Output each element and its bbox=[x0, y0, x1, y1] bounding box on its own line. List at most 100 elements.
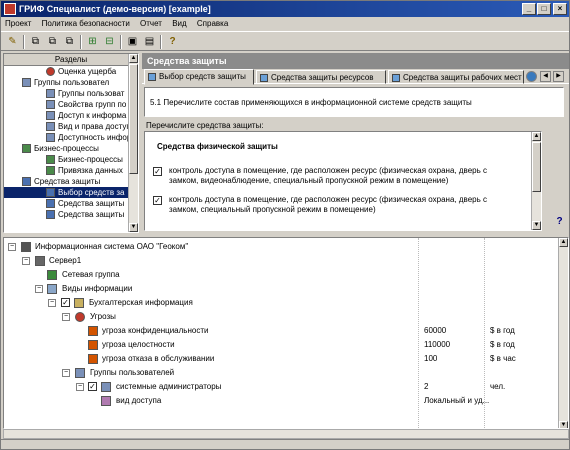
sidebar-item-resource-protection[interactable]: Средства защиты bbox=[4, 198, 138, 209]
sections-panel: Разделы Оценка ущерба Группы пользовател… bbox=[3, 53, 139, 233]
table-row[interactable]: угроза конфиденциальности 60000 $ в год bbox=[4, 324, 559, 338]
question-text: 5.1 Перечислите состав применяющихся в и… bbox=[150, 98, 472, 107]
table-row[interactable]: угроза отказа в обслуживании 100 $ в час bbox=[4, 352, 559, 366]
table-row[interactable]: Сетевая группа bbox=[4, 268, 559, 282]
table-row[interactable]: − Группы пользователей bbox=[4, 366, 559, 380]
scroll-up-icon[interactable]: ▲ bbox=[129, 54, 138, 63]
sidebar-item-user-groups-sub[interactable]: Группы пользоват bbox=[4, 88, 138, 99]
sidebar-item-data-binding[interactable]: Привязка данных bbox=[4, 165, 138, 176]
sidebar-item-access-rights[interactable]: Вид и права доступ bbox=[4, 121, 138, 132]
sidebar-item-group-properties[interactable]: Свойства групп по bbox=[4, 99, 138, 110]
table-row[interactable]: − ✓ Бухгалтерская информация bbox=[4, 296, 559, 310]
globe-icon[interactable] bbox=[526, 71, 537, 82]
shield-icon bbox=[22, 177, 31, 187]
checkbox-accounting[interactable]: ✓ bbox=[61, 298, 70, 307]
table-row[interactable]: − ✓ системные администраторы 2 чел. bbox=[4, 380, 559, 394]
scroll-thumb[interactable] bbox=[129, 64, 138, 174]
table-row[interactable]: − Информационная система ОАО "Геоком" bbox=[4, 240, 559, 254]
tab-scroll-left-icon[interactable]: ◀ bbox=[540, 71, 551, 82]
scroll-down-icon[interactable]: ▼ bbox=[129, 223, 138, 232]
toolbar-separator bbox=[80, 35, 82, 49]
table-row[interactable]: − Сервер1 bbox=[4, 254, 559, 268]
wizard-icon[interactable]: ✎ bbox=[5, 35, 20, 49]
sections-scrollbar[interactable]: ▲ ▼ bbox=[128, 54, 138, 232]
users-icon bbox=[46, 100, 55, 110]
tab-icon bbox=[148, 73, 156, 81]
collapse-icon[interactable]: − bbox=[8, 243, 16, 251]
users-icon bbox=[75, 368, 85, 378]
sidebar-item-damage-assessment[interactable]: Оценка ущерба bbox=[4, 66, 138, 77]
tab-bar: Выбор средств защиты Средства защиты рес… bbox=[142, 69, 569, 85]
duplicate-icon[interactable]: ⧉ bbox=[62, 35, 77, 49]
maximize-button[interactable]: □ bbox=[537, 3, 551, 15]
sidebar-item-info-access[interactable]: Доступ к информа bbox=[4, 110, 138, 121]
menu-view[interactable]: Вид bbox=[168, 19, 190, 28]
sidebar-item-business-processes-sub[interactable]: Бизнес-процессы bbox=[4, 154, 138, 165]
menu-project[interactable]: Проект bbox=[1, 19, 35, 28]
checkbox-physical-2[interactable]: ✓ bbox=[153, 196, 162, 205]
help-button[interactable]: ? bbox=[554, 216, 565, 227]
toolbar-separator bbox=[160, 35, 162, 49]
tab-workstation-protection[interactable]: Средства защиты рабочих мест bbox=[388, 70, 524, 84]
collapse-icon[interactable]: − bbox=[62, 313, 70, 321]
toolbar-separator bbox=[120, 35, 122, 49]
shield-icon bbox=[46, 188, 55, 198]
close-button[interactable]: × bbox=[553, 3, 567, 15]
users-icon bbox=[46, 122, 55, 132]
process-icon bbox=[46, 166, 55, 176]
sidebar-item-user-groups[interactable]: Группы пользовател bbox=[4, 77, 138, 88]
info-system-tree: − Информационная система ОАО "Геоком" − … bbox=[3, 237, 569, 429]
access-icon bbox=[101, 396, 111, 406]
tree-add-icon[interactable]: ⊞ bbox=[85, 35, 100, 49]
horizontal-scrollbar[interactable] bbox=[3, 429, 569, 439]
save-icon[interactable]: ▣ bbox=[125, 35, 140, 49]
tab-resource-protection[interactable]: Средства защиты ресурсов bbox=[256, 70, 386, 84]
minimize-button[interactable]: _ bbox=[522, 3, 536, 15]
protection-panel: Средства защиты Выбор средств защиты Сре… bbox=[142, 53, 569, 233]
users-icon bbox=[46, 111, 55, 121]
panel-title: Средства защиты bbox=[142, 53, 569, 69]
menu-security-policy[interactable]: Политика безопасности bbox=[38, 19, 134, 28]
list-item-text: контроль доступа в помещение, где распол… bbox=[169, 195, 487, 214]
paste-icon[interactable]: ⧉ bbox=[45, 35, 60, 49]
menu-report[interactable]: Отчет bbox=[136, 19, 166, 28]
sidebar-item-select-protection[interactable]: Выбор средств за bbox=[4, 187, 138, 198]
collapse-icon[interactable]: − bbox=[76, 383, 84, 391]
damage-icon bbox=[46, 67, 55, 77]
process-icon bbox=[46, 155, 55, 165]
scroll-thumb[interactable] bbox=[532, 142, 541, 192]
list-section-header: Средства физической защиты bbox=[157, 142, 278, 151]
scroll-down-icon[interactable]: ▼ bbox=[532, 221, 541, 230]
collapse-icon[interactable]: − bbox=[62, 369, 70, 377]
sidebar-item-info-availability[interactable]: Доступность инфор bbox=[4, 132, 138, 143]
scroll-down-icon[interactable]: ▼ bbox=[559, 421, 568, 428]
process-icon bbox=[22, 144, 31, 154]
tree-scrollbar[interactable]: ▲ ▼ bbox=[558, 238, 568, 428]
sidebar-item-protection-means[interactable]: Средства защиты bbox=[4, 176, 138, 187]
checkbox-physical-1[interactable]: ✓ bbox=[153, 167, 162, 176]
menu-help[interactable]: Справка bbox=[193, 19, 232, 28]
threat-icon bbox=[88, 340, 98, 350]
sidebar-item-business-processes[interactable]: Бизнес-процессы bbox=[4, 143, 138, 154]
list-scrollbar[interactable]: ▲ ▼ bbox=[531, 132, 541, 230]
server-icon bbox=[35, 256, 45, 266]
scroll-up-icon[interactable]: ▲ bbox=[559, 238, 568, 247]
sidebar-item-workstation-protection[interactable]: Средства защиты bbox=[4, 209, 138, 220]
table-row[interactable]: угроза целостности 110000 $ в год bbox=[4, 338, 559, 352]
tab-select-protection[interactable]: Выбор средств защиты bbox=[144, 69, 254, 85]
tab-icon bbox=[260, 74, 268, 82]
collapse-icon[interactable]: − bbox=[48, 299, 56, 307]
scroll-up-icon[interactable]: ▲ bbox=[532, 132, 541, 141]
table-row[interactable]: вид доступа Локальный и уд... bbox=[4, 394, 559, 408]
tab-scroll-right-icon[interactable]: ▶ bbox=[553, 71, 564, 82]
tree-remove-icon[interactable]: ⊟ bbox=[102, 35, 117, 49]
table-row[interactable]: − Виды информации bbox=[4, 282, 559, 296]
table-row[interactable]: − Угрозы bbox=[4, 310, 559, 324]
help-icon[interactable]: ? bbox=[165, 35, 180, 49]
threat-icon bbox=[88, 326, 98, 336]
copy-icon[interactable]: ⧉ bbox=[28, 35, 43, 49]
save-as-icon[interactable]: ▤ bbox=[142, 35, 157, 49]
checkbox-sysadmins[interactable]: ✓ bbox=[88, 382, 97, 391]
collapse-icon[interactable]: − bbox=[35, 285, 43, 293]
collapse-icon[interactable]: − bbox=[22, 257, 30, 265]
